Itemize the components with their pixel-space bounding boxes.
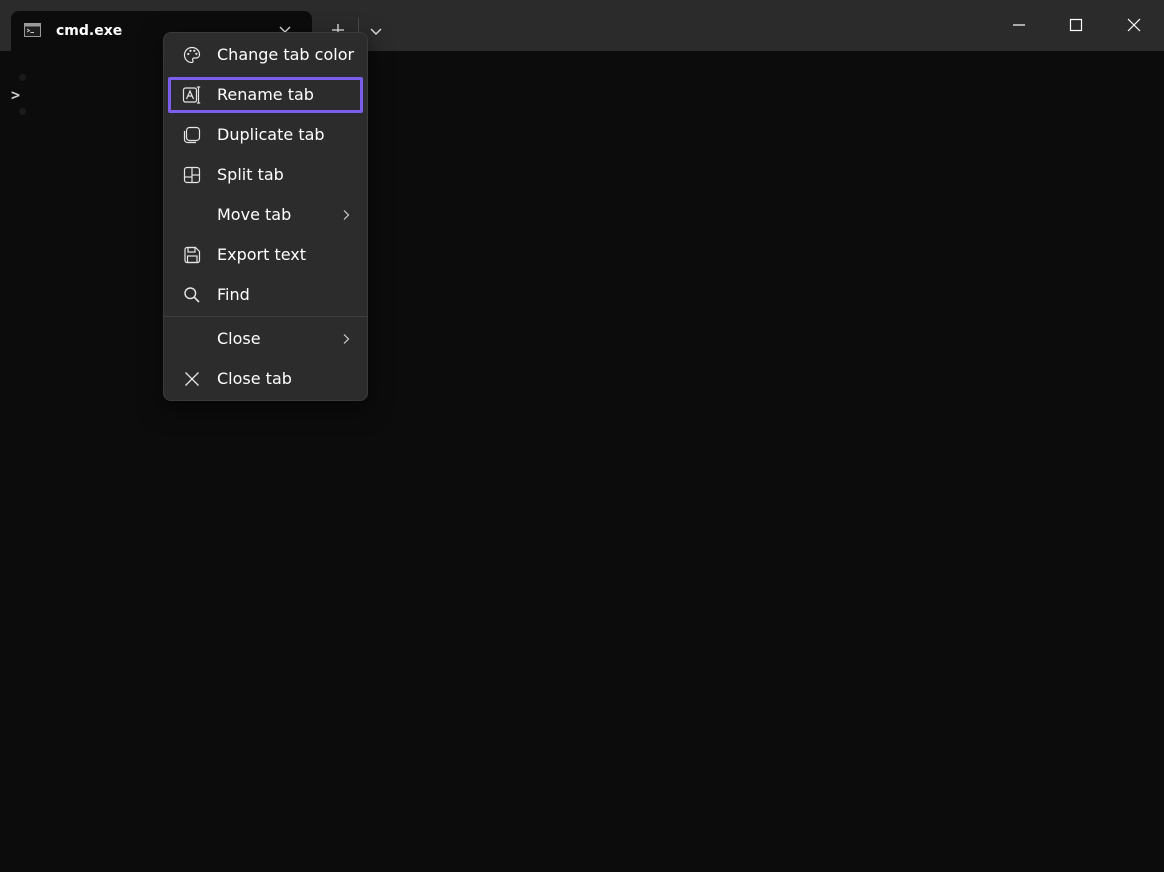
menu-item-duplicate-tab[interactable]: Duplicate tab — [168, 117, 363, 153]
minimize-icon — [1013, 24, 1025, 26]
menu-item-find[interactable]: Find — [168, 277, 363, 313]
duplicate-icon — [183, 126, 201, 144]
maximize-icon — [1069, 18, 1083, 32]
chevron-right-icon — [343, 334, 350, 344]
menu-item-rename-tab[interactable]: Rename tab — [168, 77, 363, 113]
menu-item-label: Find — [217, 285, 250, 304]
chevron-right-icon — [343, 210, 350, 220]
menu-item-label: Export text — [217, 245, 307, 264]
tab-context-menu: Change tab color Rename tab Duplicate ta… — [163, 32, 368, 401]
close-icon — [185, 372, 199, 386]
save-icon — [184, 246, 201, 264]
menu-item-change-tab-color[interactable]: Change tab color — [168, 37, 363, 73]
menu-separator — [164, 316, 367, 317]
terminal-window: cmd.exe > Change tab color Rename tab Du… — [0, 0, 1164, 872]
menu-item-export-text[interactable]: Export text — [168, 237, 363, 273]
menu-item-label: Move tab — [217, 205, 292, 224]
menu-item-label: Close tab — [217, 369, 292, 388]
menu-item-move-tab[interactable]: Move tab — [168, 197, 363, 233]
menu-item-label: Split tab — [217, 165, 284, 184]
menu-item-close-tab[interactable]: Close tab — [168, 361, 363, 397]
menu-item-close[interactable]: Close — [168, 321, 363, 357]
terminal-artifact — [19, 108, 26, 115]
palette-icon — [183, 46, 201, 64]
menu-item-label: Change tab color — [217, 45, 355, 64]
tab-title: cmd.exe — [56, 23, 123, 39]
menu-item-split-tab[interactable]: Split tab — [168, 157, 363, 193]
menu-item-label: Rename tab — [217, 85, 314, 104]
split-icon — [183, 166, 201, 184]
menu-item-label: Duplicate tab — [217, 125, 325, 144]
minimize-button[interactable] — [990, 0, 1048, 51]
close-window-button[interactable] — [1105, 0, 1163, 51]
maximize-button[interactable] — [1047, 0, 1105, 51]
search-icon — [184, 287, 200, 303]
terminal-prompt[interactable]: > — [11, 85, 20, 105]
rename-icon — [182, 86, 201, 104]
terminal-icon — [24, 23, 41, 37]
terminal-artifact — [19, 74, 26, 81]
close-icon — [1127, 18, 1141, 32]
menu-item-label: Close — [217, 329, 261, 348]
